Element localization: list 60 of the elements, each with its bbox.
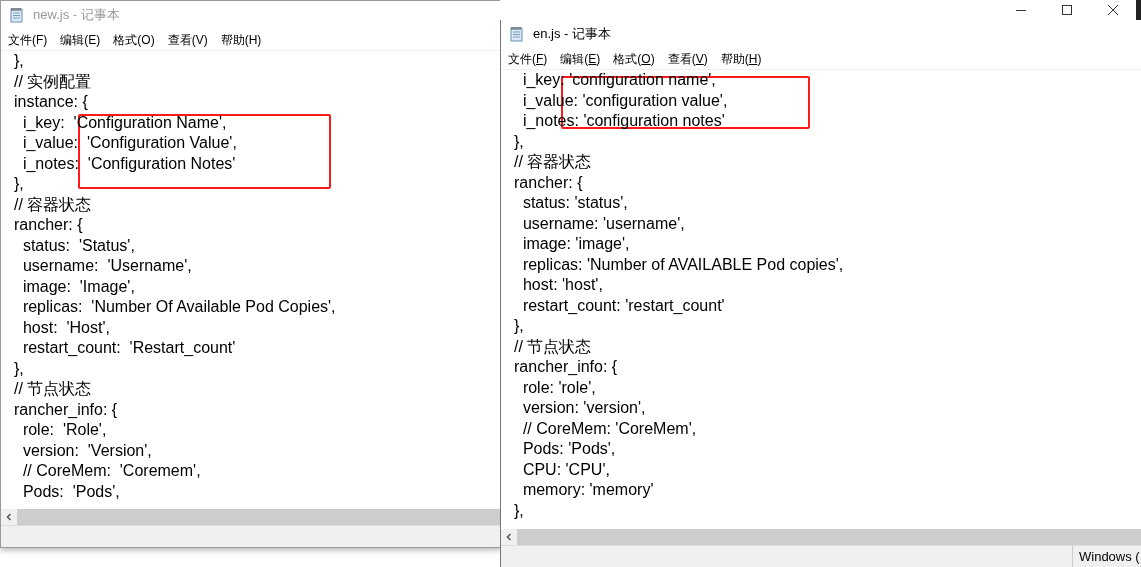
- code-line: },: [14, 358, 24, 379]
- code-line: username: 'username',: [521, 213, 685, 234]
- code-line: // CoreMem: 'CoreMem',: [521, 418, 697, 439]
- code-line: },: [514, 131, 524, 152]
- code-line: instance: {: [14, 92, 88, 112]
- scroll-left-icon[interactable]: [1, 509, 17, 525]
- menu-item[interactable]: 格式(O): [113, 33, 155, 46]
- code-line: image: 'image',: [521, 234, 630, 254]
- code-line: rancher_info: {: [14, 399, 118, 420]
- horizontal-scrollbar[interactable]: [1, 509, 500, 525]
- code-line: role: 'role',: [521, 377, 596, 398]
- code-line: username: 'Username',: [21, 256, 192, 276]
- code-line: version: 'Version',: [21, 440, 152, 461]
- encoding-label: Windows (: [1072, 546, 1141, 567]
- code-line: i_value: 'Configuration Value',: [21, 133, 237, 153]
- code-line: // 容器状态: [14, 194, 92, 215]
- code-line: // 节点状态: [514, 336, 592, 357]
- menu-item[interactable]: 文件(F): [8, 33, 48, 46]
- menu-item[interactable]: 编辑(E): [60, 33, 101, 46]
- code-line: // CoreMem: 'Coremem',: [21, 461, 201, 481]
- code-line: image: 'Image',: [21, 276, 135, 297]
- code-line: rancher: {: [14, 215, 83, 235]
- code-line: // 节点状态: [14, 379, 92, 399]
- code-line: host: 'Host',: [21, 317, 110, 338]
- code-line: },: [514, 500, 524, 521]
- code-line: Pods: 'Pods',: [521, 439, 616, 459]
- scroll-left-icon[interactable]: [501, 529, 517, 545]
- code-line: rancher_info: {: [514, 357, 618, 377]
- code-line: restart_count: 'restart_count': [521, 295, 725, 316]
- code-line: status: 'status',: [521, 193, 628, 213]
- notepad-icon: [509, 26, 525, 42]
- code-line: i_notes: 'Configuration Notes': [21, 153, 236, 174]
- code-line: },: [14, 174, 24, 194]
- horizontal-scrollbar[interactable]: [501, 529, 1141, 545]
- code-line: rancher: {: [514, 172, 583, 193]
- menu-item[interactable]: 格式(O): [613, 52, 655, 65]
- menu-item[interactable]: 文件(F): [508, 52, 548, 65]
- window-title: new.js - 记事本: [33, 6, 120, 25]
- code-line: replicas: 'Number Of Available Pod Copies',: [21, 297, 336, 317]
- code-line: CPU: 'CPU',: [521, 459, 610, 480]
- code-line: },: [514, 316, 524, 336]
- code-line: restart_count: 'Restart_count': [21, 338, 236, 358]
- code-line: status: 'Status',: [21, 235, 135, 256]
- menu-item[interactable]: 帮助(H): [220, 33, 262, 46]
- window-title: en.js - 记事本: [533, 25, 611, 44]
- code-line: Pods: 'Pods',: [21, 481, 120, 502]
- code-line: replicas: 'Number of AVAILABLE Pod copies',: [521, 254, 844, 275]
- code-line: // 容器状态: [514, 152, 592, 172]
- notepad-icon: [9, 7, 25, 23]
- code-line: memory: 'memory': [521, 480, 654, 500]
- code-line: // 实例配置: [14, 71, 92, 92]
- code-line: version: 'version',: [521, 398, 646, 418]
- menu-item[interactable]: 查看(V): [167, 33, 208, 46]
- window-edge: [1136, 0, 1141, 21]
- menu-item[interactable]: 编辑(E): [560, 52, 601, 65]
- code-line: },: [14, 51, 24, 71]
- code-line: role: 'Role',: [21, 420, 107, 440]
- menu-item[interactable]: 帮助(H): [720, 52, 762, 65]
- menu-item[interactable]: 查看(V): [667, 52, 708, 65]
- code-line: host: 'host',: [521, 275, 603, 295]
